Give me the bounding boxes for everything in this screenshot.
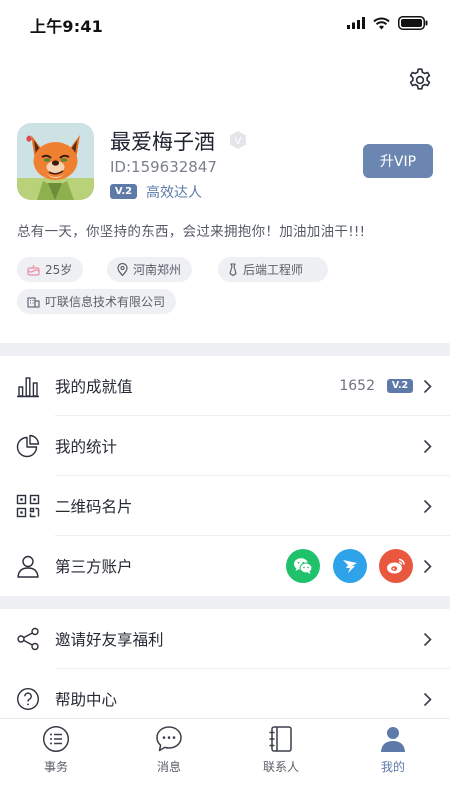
location-pin-icon (117, 263, 128, 276)
contacts-icon (269, 726, 292, 752)
signature: 总有一天，你坚持的东西，会过来拥抱你！加油加油干!!! (17, 224, 366, 240)
wechat-icon (294, 558, 313, 574)
achievement-level-tag: V.2 (387, 379, 413, 393)
weibo-button[interactable] (379, 549, 413, 583)
level-tag: V.2 (110, 184, 137, 199)
tag-job-label: 后端工程师 (243, 263, 304, 277)
tag-job: 后端工程师 (218, 257, 328, 282)
tab-bar: 事务 消息 联系人 我的 (0, 718, 450, 800)
vip-badge-icon: V (230, 131, 246, 149)
level-title: 高效达人 (146, 185, 202, 201)
chevron-right-icon (423, 379, 432, 394)
cake-icon (27, 264, 40, 276)
battery-icon (398, 16, 428, 30)
qr-code-icon (16, 494, 40, 518)
wechat-button[interactable] (286, 549, 320, 583)
chat-icon (156, 726, 182, 752)
settings-button[interactable] (407, 67, 433, 93)
tie-icon (229, 263, 237, 276)
dingtalk-icon (343, 560, 357, 573)
status-time: 上午9:41 (30, 17, 103, 36)
tab-label-me: 我的 (380, 760, 405, 774)
menu-row-third-party[interactable]: 第三方账户 (0, 536, 450, 596)
menu-label-help: 帮助中心 (55, 691, 118, 709)
building-icon (27, 297, 40, 308)
tab-label-contacts: 联系人 (262, 760, 299, 774)
person-icon (381, 727, 405, 752)
menu-label-qrcode: 二维码名片 (55, 498, 133, 516)
tag-age: 25岁 (17, 257, 84, 282)
tag-company: 叮联信息技术有限公司 (17, 289, 177, 314)
wifi-icon (373, 17, 390, 29)
chevron-right-icon (423, 439, 432, 454)
menu-row-statistics[interactable]: 我的统计 (0, 416, 450, 476)
nickname: 最爱梅子酒 (110, 130, 215, 154)
menu-label-third-party: 第三方账户 (55, 558, 133, 576)
tab-messages[interactable]: 消息 (129, 725, 209, 781)
upgrade-vip-button[interactable]: 升VIP (363, 144, 433, 178)
chevron-right-icon (423, 499, 432, 514)
tab-label-messages: 消息 (156, 760, 181, 774)
gear-icon (409, 68, 431, 90)
tab-label-tasks: 事务 (43, 760, 68, 774)
tag-location: 河南郑州 (107, 257, 193, 282)
menu-row-achievement[interactable]: 我的成就值 1652 V.2 (0, 356, 450, 416)
avatar[interactable] (17, 123, 94, 200)
status-bar: 上午9:41 (0, 0, 450, 46)
tag-company-label: 叮联信息技术有限公司 (45, 295, 166, 309)
menu-label-invite: 邀请好友享福利 (55, 631, 164, 649)
share-icon (17, 627, 39, 651)
weibo-icon (387, 558, 405, 574)
menu-row-qrcode[interactable]: 二维码名片 (0, 476, 450, 536)
chevron-right-icon (423, 692, 432, 707)
tab-contacts[interactable]: 联系人 (241, 725, 321, 781)
dingtalk-button[interactable] (333, 549, 367, 583)
achievement-value: 1652 (339, 378, 375, 394)
help-icon (16, 687, 40, 711)
bar-chart-icon (17, 377, 39, 398)
menu-row-invite[interactable]: 邀请好友享福利 (0, 609, 450, 669)
tag-age-label: 25岁 (45, 263, 73, 277)
status-icons (347, 16, 428, 30)
menu-label-statistics: 我的统计 (55, 438, 118, 456)
tab-tasks[interactable]: 事务 (16, 725, 96, 781)
menu-label-achievement: 我的成就值 (55, 378, 133, 396)
fox-avatar-image (17, 123, 94, 200)
chevron-right-icon (423, 632, 432, 647)
person-outline-icon (17, 555, 39, 578)
tag-location-label: 河南郑州 (133, 263, 182, 277)
section-divider (0, 596, 450, 609)
section-divider (0, 343, 450, 356)
tab-me[interactable]: 我的 (353, 725, 433, 781)
list-icon (42, 725, 70, 753)
chevron-right-icon (423, 559, 432, 574)
svg-text:V: V (235, 136, 242, 147)
pie-chart-icon (16, 434, 40, 458)
user-id: ID:159632847 (110, 158, 217, 176)
signal-icon (347, 17, 365, 29)
